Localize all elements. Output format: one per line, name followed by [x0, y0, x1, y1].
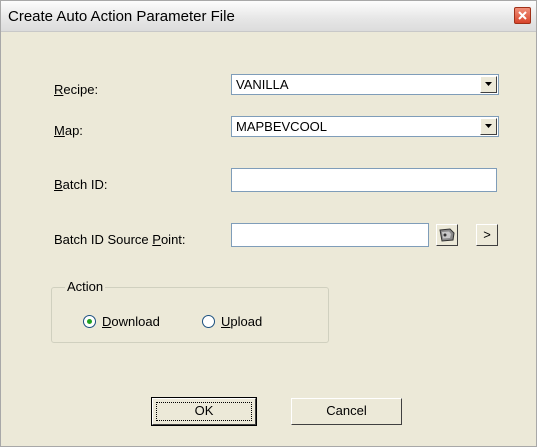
- download-label[interactable]: Download: [102, 314, 160, 329]
- window-title: Create Auto Action Parameter File: [8, 8, 235, 25]
- dialog-window: Create Auto Action Parameter File Recipe…: [0, 0, 537, 447]
- batch-id-label: Batch ID:: [54, 177, 108, 192]
- batch-id-source-input[interactable]: [231, 223, 429, 247]
- close-icon: [518, 11, 527, 20]
- recipe-dropdown-button[interactable]: [480, 76, 497, 93]
- upload-label[interactable]: Upload: [221, 314, 262, 329]
- chevron-down-icon: [485, 82, 492, 86]
- recipe-label: Recipe:: [54, 82, 99, 97]
- recipe-dropdown[interactable]: VANILLA: [231, 74, 499, 95]
- map-dropdown[interactable]: MAPBEVCOOL: [231, 116, 499, 137]
- cancel-label: Cancel: [326, 403, 367, 418]
- focus-rect: [156, 402, 252, 421]
- map-dropdown-button[interactable]: [480, 118, 497, 135]
- batch-id-input[interactable]: [231, 168, 497, 192]
- ok-button[interactable]: OK: [151, 397, 257, 426]
- tag-browse-icon: [439, 228, 455, 242]
- upload-radio[interactable]: [202, 315, 215, 328]
- action-group-legend: Action: [65, 279, 106, 294]
- title-bar[interactable]: Create Auto Action Parameter File: [1, 1, 536, 32]
- recipe-value: VANILLA: [236, 77, 289, 92]
- expand-button[interactable]: >: [476, 224, 498, 246]
- download-radio[interactable]: [83, 315, 96, 328]
- batch-id-source-label: Batch ID Source Point:: [54, 232, 186, 247]
- chevron-down-icon: [485, 124, 492, 128]
- map-value: MAPBEVCOOL: [236, 119, 328, 134]
- browse-tag-button[interactable]: [436, 224, 458, 246]
- map-label: Map:: [54, 123, 83, 138]
- close-button[interactable]: [514, 7, 531, 24]
- cancel-button[interactable]: Cancel: [291, 398, 402, 425]
